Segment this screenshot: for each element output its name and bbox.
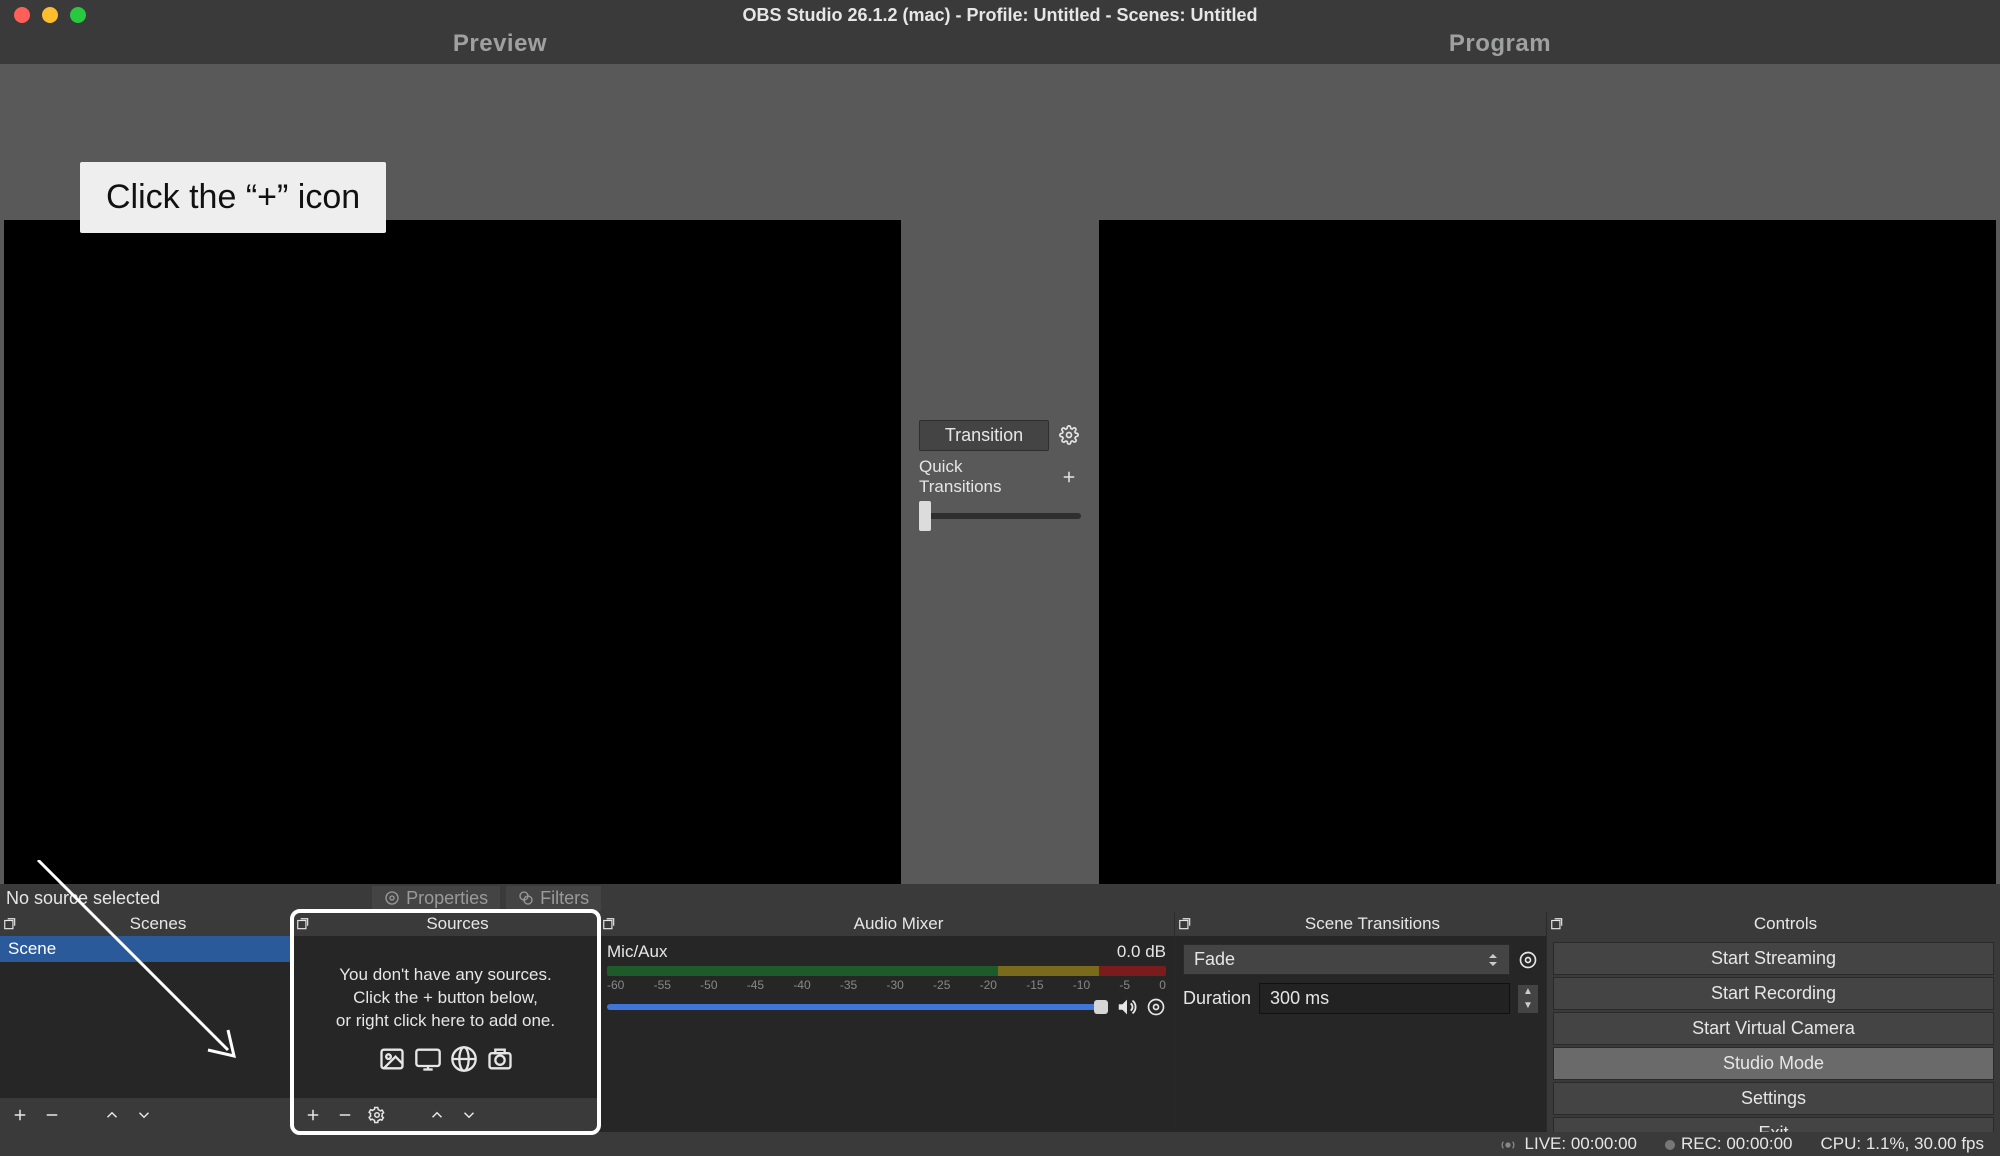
window-minimize-button[interactable] xyxy=(42,7,58,23)
tbar-slider[interactable] xyxy=(919,513,1081,519)
sources-dock: Sources You don't have any sources. Clic… xyxy=(293,912,599,1132)
window-close-button[interactable] xyxy=(14,7,30,23)
scenes-title: Scenes xyxy=(24,914,292,934)
preview-video[interactable] xyxy=(4,220,901,884)
status-bar: LIVE: 00:00:00 REC: 00:00:00 CPU: 1.1%, … xyxy=(0,1132,2000,1156)
live-status: LIVE: 00:00:00 xyxy=(1500,1134,1637,1154)
sources-title: Sources xyxy=(317,914,598,934)
title-bar: OBS Studio 26.1.2 (mac) - Profile: Untit… xyxy=(0,0,2000,30)
scene-item[interactable]: Scene xyxy=(0,936,292,962)
source-move-up-button[interactable] xyxy=(423,1101,451,1129)
quick-transitions-label: Quick Transitions xyxy=(919,457,1049,497)
transitions-title: Scene Transitions xyxy=(1199,914,1546,934)
window-title: OBS Studio 26.1.2 (mac) - Profile: Untit… xyxy=(0,5,2000,26)
duration-stepper[interactable]: ▲▼ xyxy=(1518,985,1538,1013)
mute-icon[interactable] xyxy=(1116,996,1138,1018)
cpu-status: CPU: 1.1%, 30.00 fps xyxy=(1821,1134,1984,1154)
window-maximize-button[interactable] xyxy=(70,7,86,23)
duration-input[interactable]: 300 ms xyxy=(1259,983,1510,1014)
controls-popout-icon[interactable] xyxy=(1547,917,1567,931)
scene-add-button[interactable] xyxy=(6,1101,34,1129)
display-source-icon xyxy=(414,1045,442,1073)
transition-button[interactable]: Transition xyxy=(919,420,1049,451)
sources-body[interactable]: You don't have any sources. Click the + … xyxy=(293,936,598,1098)
start-recording-button[interactable]: Start Recording xyxy=(1553,977,1994,1010)
properties-label: Properties xyxy=(406,888,488,909)
transition-select[interactable]: Fade xyxy=(1183,944,1510,975)
source-settings-button[interactable] xyxy=(363,1101,391,1129)
camera-source-icon xyxy=(486,1045,514,1073)
volume-slider[interactable] xyxy=(607,1004,1108,1010)
audio-meter xyxy=(607,966,1166,976)
filters-button[interactable]: Filters xyxy=(506,886,601,911)
transitions-popout-icon[interactable] xyxy=(1175,917,1195,931)
source-move-down-button[interactable] xyxy=(455,1101,483,1129)
transition-selected-label: Fade xyxy=(1194,949,1235,970)
browser-source-icon xyxy=(450,1045,478,1073)
duration-label: Duration xyxy=(1183,988,1251,1009)
instruction-callout: Click the “+” icon xyxy=(80,162,386,233)
scene-move-down-button[interactable] xyxy=(130,1101,158,1129)
mixer-title: Audio Mixer xyxy=(623,914,1174,934)
scene-remove-button[interactable] xyxy=(38,1101,66,1129)
program-pane xyxy=(1095,64,2000,884)
no-source-label: No source selected xyxy=(6,888,160,909)
scene-transitions-dock: Scene Transitions Fade Duration 300 ms ▲… xyxy=(1175,912,1547,1132)
sources-empty-line3: or right click here to add one. xyxy=(293,1010,598,1033)
filters-label: Filters xyxy=(540,888,589,909)
transition-settings-icon[interactable] xyxy=(1518,950,1538,970)
audio-mixer-dock: Audio Mixer Mic/Aux 0.0 dB -60-55-50-45-… xyxy=(599,912,1175,1132)
rec-status: REC: 00:00:00 xyxy=(1665,1134,1793,1154)
scenes-popout-icon[interactable] xyxy=(0,917,20,931)
start-virtual-camera-button[interactable]: Start Virtual Camera xyxy=(1553,1012,1994,1045)
sources-empty-line2: Click the + button below, xyxy=(293,987,598,1010)
preview-header: Preview xyxy=(0,30,1000,64)
program-video xyxy=(1099,220,1996,884)
program-header: Program xyxy=(1000,30,2000,64)
sources-popout-icon[interactable] xyxy=(293,917,313,931)
settings-button[interactable]: Settings xyxy=(1553,1082,1994,1115)
source-remove-button[interactable] xyxy=(331,1101,359,1129)
preview-pane[interactable]: Click the “+” icon xyxy=(0,64,905,884)
quick-transition-add-icon[interactable] xyxy=(1057,465,1081,489)
controls-title: Controls xyxy=(1571,914,2000,934)
scenes-dock: Scenes Scene xyxy=(0,912,293,1132)
mixer-popout-icon[interactable] xyxy=(599,917,619,931)
scene-move-up-button[interactable] xyxy=(98,1101,126,1129)
sources-empty-line1: You don't have any sources. xyxy=(293,964,598,987)
source-add-button[interactable] xyxy=(299,1101,327,1129)
audio-ticks: -60-55-50-45-40-35-30-25-20-15-10-50 xyxy=(607,978,1166,992)
exit-button[interactable]: Exit xyxy=(1553,1117,1994,1132)
mixer-channel-name: Mic/Aux xyxy=(607,942,667,962)
mixer-channel-level: 0.0 dB xyxy=(1117,942,1166,962)
properties-button[interactable]: Properties xyxy=(372,886,500,911)
transition-settings-icon[interactable] xyxy=(1057,423,1081,447)
start-streaming-button[interactable]: Start Streaming xyxy=(1553,942,1994,975)
channel-settings-icon[interactable] xyxy=(1146,997,1166,1017)
image-source-icon xyxy=(378,1045,406,1073)
controls-dock: Controls Start Streaming Start Recording… xyxy=(1547,912,2000,1132)
studio-mode-button[interactable]: Studio Mode xyxy=(1553,1047,1994,1080)
